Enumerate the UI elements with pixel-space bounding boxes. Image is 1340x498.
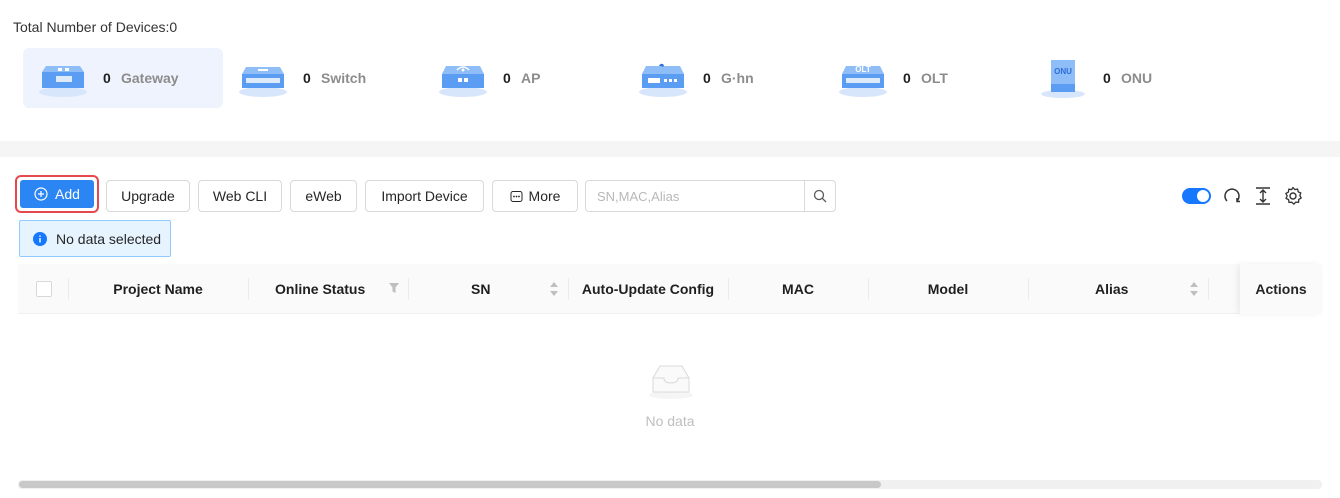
section-divider (0, 141, 1340, 157)
olt-label: OLT (921, 70, 948, 86)
olt-icon: OLT (839, 65, 887, 97)
device-summary: Total Number of Devices:0 0 Gateway 0 Sw… (0, 0, 1340, 141)
add-button-label: Add (55, 186, 80, 202)
add-button-highlight: Add (15, 175, 99, 213)
onu-count: 0 (1103, 70, 1111, 86)
empty-inbox-icon (649, 365, 693, 399)
device-card-gateway[interactable]: 0 Gateway (23, 48, 223, 108)
col-project-name: Project Name (113, 281, 203, 297)
filter-icon[interactable] (388, 281, 400, 295)
import-device-button-label: Import Device (381, 188, 468, 204)
gateway-count: 0 (103, 70, 111, 86)
selection-alert: No data selected (19, 220, 171, 257)
ap-icon (439, 66, 487, 97)
more-button[interactable]: More (492, 180, 578, 212)
search-input[interactable] (586, 181, 805, 211)
device-card-onu[interactable]: ONU 0 ONU (1023, 48, 1223, 108)
ghn-icon (639, 63, 687, 97)
device-card-ghn[interactable]: 0 G·hn (623, 48, 823, 108)
upgrade-button[interactable]: Upgrade (106, 180, 190, 212)
ap-count: 0 (503, 70, 511, 86)
column-height-icon[interactable] (1253, 186, 1273, 206)
ghn-count: 0 (703, 70, 711, 86)
onu-icon: ONU (1041, 60, 1085, 98)
more-button-label: More (528, 188, 561, 204)
total-devices-label: Total Number of Devices:0 (13, 19, 178, 35)
add-button[interactable]: Add (20, 180, 94, 208)
col-actions: Actions (1240, 264, 1322, 314)
web-cli-button-label: Web CLI (212, 188, 268, 204)
col-online-status: Online Status (275, 281, 366, 297)
search-button[interactable] (804, 181, 835, 211)
ghn-label: G·hn (721, 70, 754, 86)
col-mac: MAC (782, 281, 814, 297)
column-separator (1208, 278, 1209, 300)
select-all-checkbox[interactable] (36, 281, 52, 297)
refresh-icon[interactable] (1222, 186, 1242, 206)
device-card-ap[interactable]: 0 AP (423, 48, 623, 108)
alert-text: No data selected (56, 230, 162, 247)
empty-state: No data (18, 315, 1322, 475)
search-icon (813, 189, 827, 203)
web-cli-button[interactable]: Web CLI (198, 180, 282, 212)
device-search (585, 180, 836, 212)
device-table: Project Name Online Status SN Auto-Updat… (18, 264, 1322, 314)
col-sn: SN (471, 281, 491, 297)
scrollbar-thumb[interactable] (19, 481, 881, 488)
switch-count: 0 (303, 70, 311, 86)
col-auto-update-config: Auto-Update Config (581, 281, 715, 297)
upgrade-button-label: Upgrade (121, 188, 175, 204)
col-model: Model (927, 281, 969, 297)
device-card-switch[interactable]: 0 Switch (223, 48, 423, 108)
olt-badge-text: OLT (855, 65, 871, 74)
switch-icon (239, 67, 287, 97)
olt-count: 0 (903, 70, 911, 86)
auto-refresh-toggle[interactable] (1182, 188, 1211, 204)
more-dots-icon (510, 190, 523, 202)
import-device-button[interactable]: Import Device (365, 180, 484, 212)
gateway-label: Gateway (121, 70, 179, 86)
empty-text: No data (645, 413, 695, 429)
eweb-button[interactable]: eWeb (290, 180, 357, 212)
onu-badge-text: ONU (1054, 67, 1072, 76)
gateway-icon (39, 66, 87, 97)
onu-label: ONU (1121, 70, 1153, 86)
device-toolbar: Add Upgrade Web CLI eWeb Import Device M… (0, 157, 1340, 257)
col-alias: Alias (1095, 281, 1129, 297)
switch-label: Switch (321, 70, 367, 86)
eweb-button-label: eWeb (305, 188, 342, 204)
device-card-olt[interactable]: OLT 0 OLT (823, 48, 1023, 108)
plus-circle-icon (34, 187, 48, 201)
sort-icon[interactable] (1189, 280, 1199, 298)
settings-gear-icon[interactable] (1283, 186, 1303, 206)
table-header: Project Name Online Status SN Auto-Updat… (18, 264, 1322, 314)
ap-label: AP (521, 70, 541, 86)
sort-icon[interactable] (549, 280, 559, 298)
info-icon (33, 231, 47, 246)
horizontal-scrollbar[interactable] (18, 480, 1322, 489)
